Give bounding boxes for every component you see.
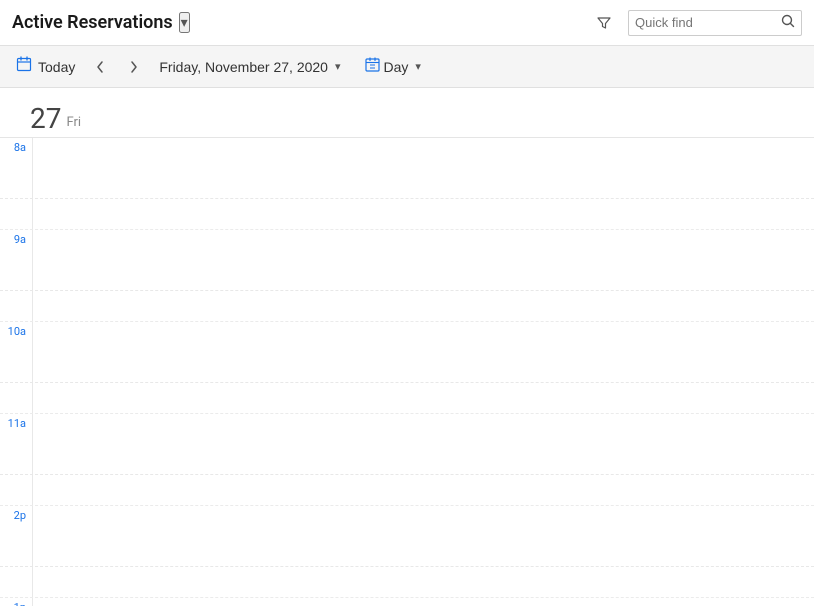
time-row: 2p bbox=[0, 506, 814, 567]
time-slot-8a[interactable] bbox=[32, 138, 814, 198]
time-label-10a: 10a bbox=[0, 322, 32, 337]
page-title: Active Reservations bbox=[12, 12, 173, 33]
today-button[interactable]: Today bbox=[12, 54, 79, 79]
chevron-right-icon bbox=[127, 60, 141, 74]
time-label-9a: 9a bbox=[0, 230, 32, 245]
view-chevron-icon: ▾ bbox=[415, 60, 421, 73]
filter-button[interactable] bbox=[590, 11, 618, 35]
calendar-toolbar: Today Friday, November 27, 2020 ▾ Day ▾ bbox=[0, 46, 814, 88]
half-slot-8a[interactable] bbox=[32, 199, 814, 229]
title-dropdown-button[interactable]: ▾ bbox=[179, 12, 190, 33]
calendar-area: 27 Fri 8a 9a 10a 11a bbox=[0, 88, 814, 606]
time-row: 11a bbox=[0, 414, 814, 475]
search-icon bbox=[781, 14, 795, 32]
header-left: Active Reservations ▾ bbox=[12, 12, 190, 33]
half-slot-10a[interactable] bbox=[32, 383, 814, 413]
header: Active Reservations ▾ bbox=[0, 0, 814, 46]
chevron-left-icon bbox=[93, 60, 107, 74]
half-slot-11a[interactable] bbox=[32, 475, 814, 505]
time-row: 9a bbox=[0, 230, 814, 291]
today-label: Today bbox=[38, 59, 75, 75]
time-row: 1p bbox=[0, 598, 814, 606]
time-row: 10a bbox=[0, 322, 814, 383]
half-row-9a bbox=[0, 291, 814, 322]
half-row-8a bbox=[0, 199, 814, 230]
half-row-10a bbox=[0, 383, 814, 414]
current-date-label: Friday, November 27, 2020 bbox=[159, 59, 328, 75]
view-label: Day bbox=[384, 59, 409, 75]
time-label-1p: 1p bbox=[0, 598, 32, 606]
date-chevron-icon: ▾ bbox=[335, 60, 341, 73]
time-slot-10a[interactable] bbox=[32, 322, 814, 382]
prev-button[interactable] bbox=[87, 58, 113, 76]
time-slot-9a[interactable] bbox=[32, 230, 814, 290]
day-header: 27 Fri bbox=[0, 88, 814, 138]
header-right bbox=[590, 10, 802, 36]
time-label-12p: 2p bbox=[0, 506, 32, 521]
day-name: Fri bbox=[66, 115, 81, 130]
half-row-11a bbox=[0, 475, 814, 506]
view-calendar-icon bbox=[365, 57, 380, 76]
search-input[interactable] bbox=[635, 15, 775, 30]
time-slot-12p[interactable] bbox=[32, 506, 814, 566]
time-slot-1p[interactable] bbox=[32, 598, 814, 606]
date-selector-button[interactable]: Friday, November 27, 2020 ▾ bbox=[155, 57, 344, 77]
time-label-8a: 8a bbox=[0, 138, 32, 153]
half-row-12p bbox=[0, 567, 814, 598]
day-number: 27 bbox=[30, 105, 61, 133]
calendar-icon bbox=[16, 56, 32, 77]
time-row: 8a bbox=[0, 138, 814, 199]
view-selector-button[interactable]: Day ▾ bbox=[361, 55, 425, 78]
time-label-11a: 11a bbox=[0, 414, 32, 429]
next-button[interactable] bbox=[121, 58, 147, 76]
half-slot-12p[interactable] bbox=[32, 567, 814, 597]
time-slot-11a[interactable] bbox=[32, 414, 814, 474]
filter-icon bbox=[596, 15, 612, 31]
half-slot-9a[interactable] bbox=[32, 291, 814, 321]
time-grid: 8a 9a 10a 11a bbox=[0, 138, 814, 606]
quick-find-container bbox=[628, 10, 802, 36]
